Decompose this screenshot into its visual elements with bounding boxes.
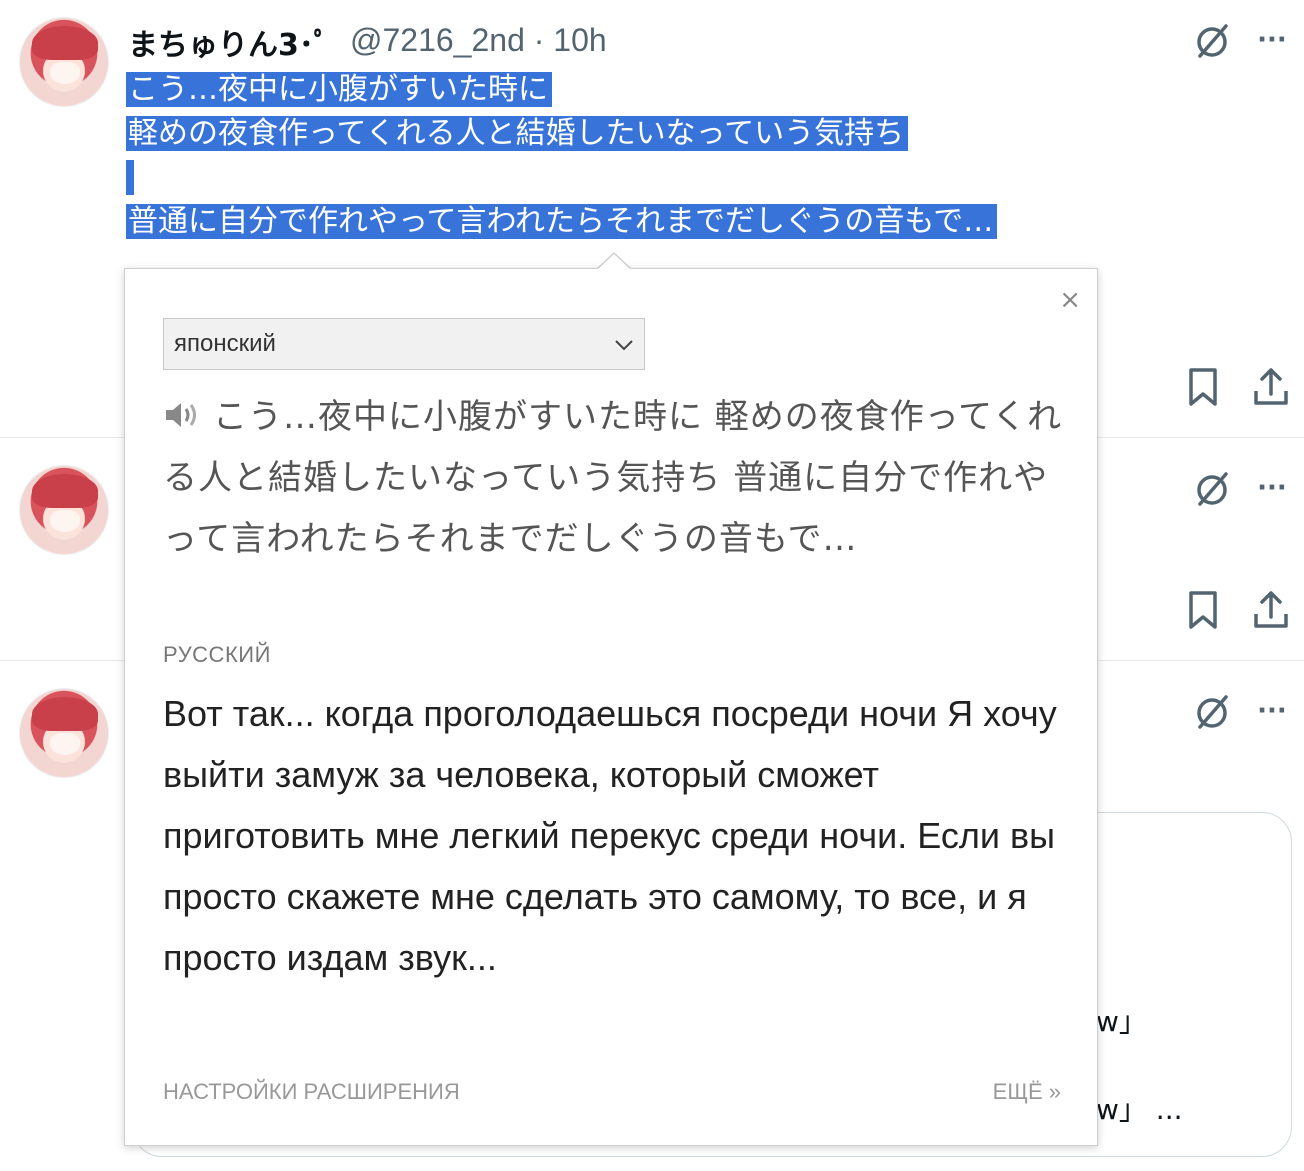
handle-and-time[interactable]: @7216_2nd · 10h — [350, 22, 607, 59]
source-text-block: こう…夜中に小腹がすいた時に 軽めの夜食作ってくれる人と結婚したいなっていう気持… — [163, 387, 1063, 570]
avatar[interactable] — [19, 17, 109, 107]
translation-popup: × японский こう…夜中に小腹がすいた時に 軽めの夜食作ってくれる人と結… — [124, 268, 1098, 1146]
speaker-icon[interactable] — [163, 389, 201, 427]
tweet-selected-text[interactable]: こう…夜中に小腹がすいた時に 軽めの夜食作ってくれる人と結婚したいなっていう気持… — [126, 68, 1126, 244]
tweet-line[interactable]: 普通に自分で作れやって言われたらそれまでだしぐうの音もで… — [126, 204, 998, 239]
translation-text: Вот так... когда проголодаешься посреди … — [163, 693, 1057, 978]
tweet-line[interactable]: こう…夜中に小腹がすいた時に — [126, 72, 552, 107]
more-icon[interactable]: ··· — [1250, 18, 1294, 62]
avatar[interactable] — [19, 465, 109, 555]
share-icon[interactable] — [1249, 588, 1293, 632]
target-language-label: РУССКИЙ — [163, 642, 271, 667]
source-language-value: японский — [174, 330, 276, 357]
extension-settings-link[interactable]: НАСТРОЙКИ РАСШИРЕНИЯ — [163, 1079, 460, 1105]
share-icon[interactable] — [1249, 365, 1293, 409]
popup-caret-inner — [598, 254, 630, 269]
author-name[interactable]: まちゅりん3･ﾟ — [128, 20, 329, 64]
avatar[interactable] — [19, 688, 109, 778]
slashed-circle-icon[interactable] — [1190, 18, 1234, 62]
bookmark-icon[interactable] — [1181, 365, 1225, 409]
close-icon[interactable]: × — [1059, 285, 1081, 315]
source-language-select[interactable]: японский — [163, 318, 645, 370]
slashed-circle-icon[interactable] — [1190, 689, 1234, 733]
card-text-line: w」 ... — [1096, 1093, 1183, 1126]
slashed-circle-icon[interactable] — [1190, 466, 1234, 510]
chevron-down-icon — [612, 333, 636, 364]
more-icon[interactable]: ··· — [1250, 466, 1294, 510]
more-link[interactable]: ЕЩЁ » — [993, 1079, 1061, 1105]
bookmark-icon[interactable] — [1181, 588, 1225, 632]
tweet-line[interactable]: 軽めの夜食作ってくれる人と結婚したいなっていう気持ち — [126, 116, 909, 151]
more-icon[interactable]: ··· — [1250, 689, 1294, 733]
tweet-line[interactable] — [126, 160, 134, 195]
card-text-line: w」 — [1096, 1005, 1147, 1038]
source-text: こう…夜中に小腹がすいた時に 軽めの夜食作ってくれる人と結婚したいなっていう気持… — [163, 397, 1063, 559]
